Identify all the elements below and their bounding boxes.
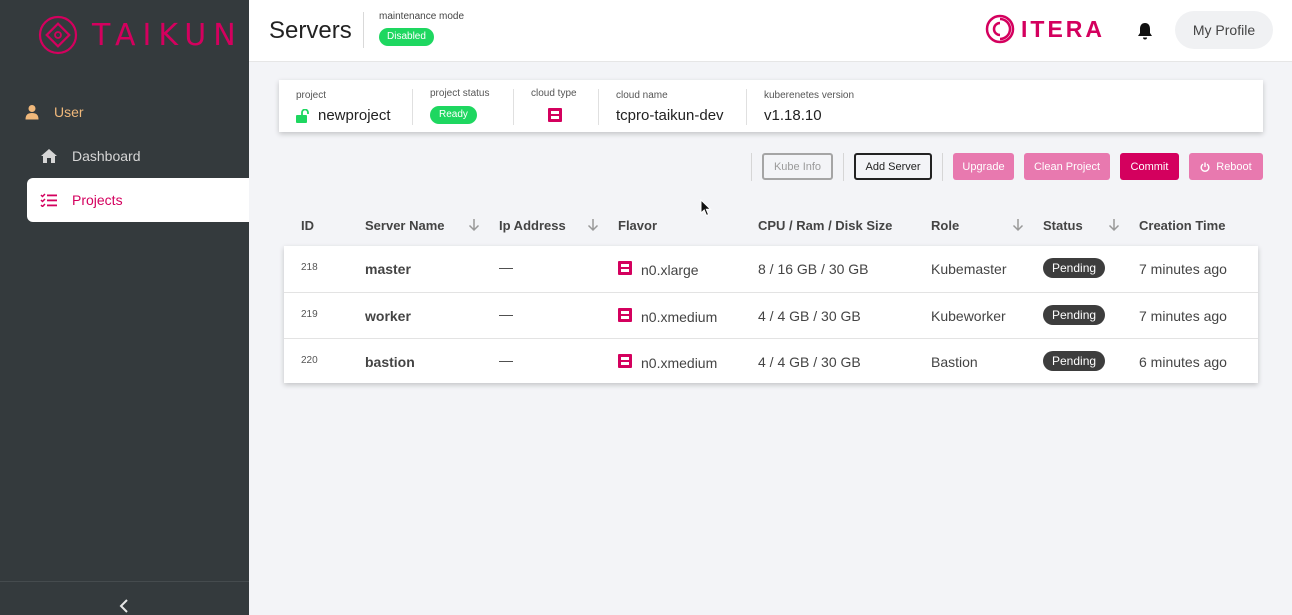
server-flavor: n0.xlarge xyxy=(641,262,699,278)
server-ip: — xyxy=(499,352,513,368)
cloud-name-label: cloud name xyxy=(616,90,668,101)
server-role: Bastion xyxy=(931,354,978,370)
actions-divider xyxy=(751,153,752,181)
column-header-server-name[interactable]: Server Name xyxy=(365,218,445,233)
project-name[interactable]: newproject xyxy=(318,107,391,124)
reboot-label: Reboot xyxy=(1216,160,1252,173)
sort-arrow-icon[interactable] xyxy=(1108,218,1120,232)
table-row[interactable]: 219 worker — n0.xmedium 4 / 4 GB / 30 GB… xyxy=(284,292,1258,338)
openstack-icon xyxy=(618,261,632,275)
server-resources: 4 / 4 GB / 30 GB xyxy=(758,308,861,324)
actions-divider xyxy=(843,153,844,181)
server-flavor: n0.xmedium xyxy=(641,355,718,371)
project-info-card: project newproject project status Ready … xyxy=(279,80,1263,132)
header-divider xyxy=(363,12,364,48)
openstack-icon xyxy=(618,354,632,368)
table-row[interactable]: 218 master — n0.xlarge 8 / 16 GB / 30 GB… xyxy=(284,246,1258,292)
status-badge: Pending xyxy=(1043,351,1106,371)
taikun-logo-icon xyxy=(38,15,78,55)
server-id: 220 xyxy=(301,355,318,366)
sidebar-divider xyxy=(0,581,249,582)
bell-icon[interactable] xyxy=(1135,21,1155,41)
list-icon xyxy=(40,193,57,207)
openstack-icon xyxy=(618,308,632,322)
column-header-resources[interactable]: CPU / Ram / Disk Size xyxy=(758,218,892,233)
sidebar-item-dashboard[interactable]: Dashboard xyxy=(40,134,262,178)
power-icon xyxy=(1200,162,1210,172)
kube-info-button[interactable]: Kube Info xyxy=(762,153,833,180)
table-row[interactable]: 220 bastion — n0.xmedium 4 / 4 GB / 30 G… xyxy=(284,338,1258,384)
server-resources: 8 / 16 GB / 30 GB xyxy=(758,261,869,277)
k8s-version-value: v1.18.10 xyxy=(764,107,822,124)
unlock-icon xyxy=(296,109,309,123)
server-resources: 4 / 4 GB / 30 GB xyxy=(758,354,861,370)
sidebar: TAIKUN User Dashboard Projects xyxy=(0,0,249,615)
status-badge: Pending xyxy=(1043,305,1106,325)
maintenance-label: maintenance mode xyxy=(379,11,465,22)
itera-logo: ITERA xyxy=(985,14,1105,44)
cloud-type-label: cloud type xyxy=(531,88,577,99)
project-status-label: project status xyxy=(430,88,490,99)
server-name: master xyxy=(365,261,411,277)
status-badge: Pending xyxy=(1043,258,1106,278)
column-header-ip-address[interactable]: Ip Address xyxy=(499,218,566,233)
column-header-role[interactable]: Role xyxy=(931,218,959,233)
column-header-status[interactable]: Status xyxy=(1043,218,1083,233)
sidebar-item-user[interactable]: User xyxy=(24,90,246,134)
user-icon xyxy=(25,105,39,120)
server-flavor: n0.xmedium xyxy=(641,309,718,325)
sidebar-item-label: User xyxy=(54,104,84,120)
actions-divider xyxy=(942,153,943,181)
sort-arrow-icon[interactable] xyxy=(587,218,599,232)
server-ip: — xyxy=(499,259,513,275)
upgrade-button[interactable]: Upgrade xyxy=(953,153,1014,180)
sidebar-item-label: Projects xyxy=(72,192,123,208)
server-name: worker xyxy=(365,308,411,324)
server-role: Kubeworker xyxy=(931,308,1006,324)
servers-table: 218 master — n0.xlarge 8 / 16 GB / 30 GB… xyxy=(284,246,1258,383)
top-header: Servers maintenance mode Disabled ITERA … xyxy=(249,0,1292,62)
k8s-version-label: kuberenetes version xyxy=(764,90,855,101)
project-label: project xyxy=(296,90,327,101)
itera-logo-icon xyxy=(985,14,1015,44)
column-header-flavor[interactable]: Flavor xyxy=(618,218,657,233)
info-divider xyxy=(746,89,747,125)
info-divider xyxy=(598,89,599,125)
clean-project-button[interactable]: Clean Project xyxy=(1024,153,1110,180)
server-role: Kubemaster xyxy=(931,261,1007,277)
brand-name: TAIKUN xyxy=(92,17,243,53)
server-ip: — xyxy=(499,306,513,322)
sort-arrow-icon[interactable] xyxy=(468,218,480,232)
sort-arrow-icon[interactable] xyxy=(1012,218,1024,232)
project-status-badge: Ready xyxy=(430,106,477,124)
server-creation-time: 7 minutes ago xyxy=(1139,261,1227,277)
cloud-name-value: tcpro-taikun-dev xyxy=(616,107,724,124)
page-title: Servers xyxy=(269,17,352,44)
server-id: 219 xyxy=(301,309,318,320)
info-divider xyxy=(513,89,514,125)
openstack-icon xyxy=(548,108,562,122)
info-divider xyxy=(412,89,413,125)
server-creation-time: 7 minutes ago xyxy=(1139,308,1227,324)
server-name: bastion xyxy=(365,354,415,370)
commit-button[interactable]: Commit xyxy=(1120,153,1179,180)
add-server-button[interactable]: Add Server xyxy=(854,153,932,180)
server-id: 218 xyxy=(301,262,318,273)
home-icon xyxy=(41,149,57,163)
server-creation-time: 6 minutes ago xyxy=(1139,354,1227,370)
mouse-cursor-icon xyxy=(700,199,712,217)
column-header-creation-time[interactable]: Creation Time xyxy=(1139,218,1225,233)
sidebar-item-label: Dashboard xyxy=(72,148,141,164)
column-header-id[interactable]: ID xyxy=(301,218,314,233)
reboot-button[interactable]: Reboot xyxy=(1189,153,1263,180)
sidebar-item-projects[interactable]: Projects xyxy=(27,178,249,222)
maintenance-status-badge: Disabled xyxy=(379,28,434,46)
itera-brand-name: ITERA xyxy=(1021,15,1105,42)
chevron-left-icon[interactable] xyxy=(115,597,133,615)
taikun-logo[interactable]: TAIKUN xyxy=(38,14,243,56)
my-profile-button[interactable]: My Profile xyxy=(1175,11,1273,49)
